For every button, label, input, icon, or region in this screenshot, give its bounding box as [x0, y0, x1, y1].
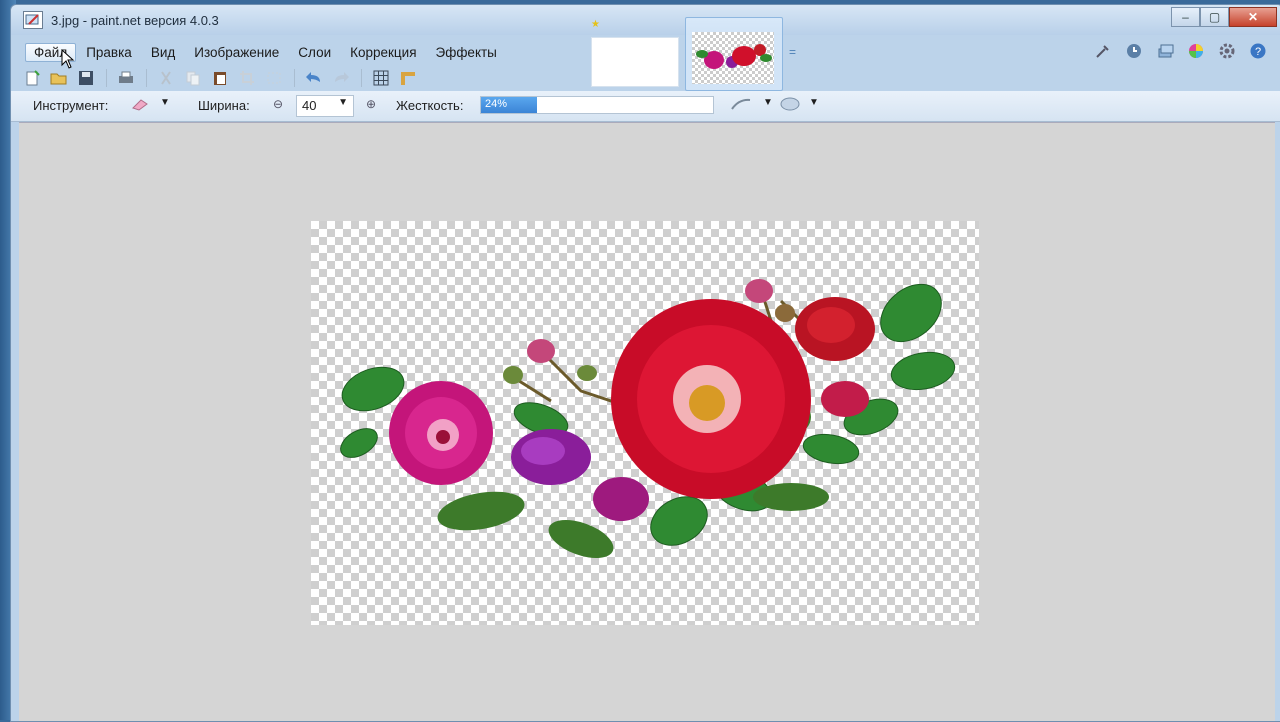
- deselect-icon[interactable]: [261, 67, 287, 89]
- menu-image[interactable]: Изображение: [185, 43, 288, 62]
- hardness-label: Жесткость:: [396, 98, 464, 113]
- menu-view[interactable]: Вид: [142, 43, 184, 62]
- window-title: 3.jpg - paint.net версия 4.0.3: [51, 13, 219, 28]
- tool-label: Инструмент:: [33, 98, 109, 113]
- title-bar[interactable]: 3.jpg - paint.net версия 4.0.3 – ▢ ✕: [11, 5, 1280, 35]
- toolbar-separator: [294, 69, 295, 87]
- paste-icon[interactable]: [207, 67, 233, 89]
- layers-icon[interactable]: [1154, 41, 1176, 61]
- colors-icon[interactable]: [1185, 41, 1207, 61]
- width-value: 40: [302, 98, 317, 113]
- paintnet-window: 3.jpg - paint.net версия 4.0.3 – ▢ ✕ Фай…: [10, 4, 1280, 722]
- tools-icon[interactable]: [1092, 41, 1114, 61]
- menu-layers[interactable]: Слои: [289, 43, 340, 62]
- crop-icon[interactable]: [234, 67, 260, 89]
- app-icon: [23, 11, 43, 29]
- tool-dropdown-icon[interactable]: ▼: [160, 97, 170, 108]
- svg-text:?: ?: [1255, 46, 1261, 58]
- cut-icon[interactable]: [153, 67, 179, 89]
- ruler-icon[interactable]: [395, 67, 421, 89]
- tool-options-bar: Инструмент: ▼ Ширина: ⊖ 40 ▼ ⊕ Жесткость…: [11, 91, 1280, 122]
- width-decrease-button[interactable]: ⊖: [273, 97, 283, 111]
- redo-icon[interactable]: [328, 67, 354, 89]
- copy-icon[interactable]: [180, 67, 206, 89]
- undo-icon[interactable]: [301, 67, 327, 89]
- antialias-dropdown-icon[interactable]: ▼: [763, 97, 773, 108]
- eraser-icon[interactable]: [129, 96, 151, 115]
- antialias-icon[interactable]: [729, 96, 753, 115]
- width-increase-button[interactable]: ⊕: [366, 97, 376, 111]
- print-icon[interactable]: [113, 67, 139, 89]
- unsaved-star-icon: ★: [591, 19, 600, 30]
- toolbar-separator: [106, 69, 107, 87]
- toolbar-separator: [361, 69, 362, 87]
- main-toolbar: [19, 65, 883, 91]
- width-dropdown-icon[interactable]: ▼: [338, 97, 348, 108]
- hardness-slider[interactable]: 24%: [480, 96, 714, 114]
- blend-mode-icon[interactable]: [779, 96, 801, 115]
- rose-bouquet-image: [340, 279, 956, 559]
- minimize-button[interactable]: –: [1171, 7, 1200, 27]
- settings-icon[interactable]: [1216, 41, 1238, 61]
- history-icon[interactable]: [1123, 41, 1145, 61]
- help-icon[interactable]: ?: [1247, 41, 1269, 61]
- open-icon[interactable]: [46, 67, 72, 89]
- image-canvas[interactable]: [311, 221, 979, 625]
- mouse-cursor-icon: [61, 48, 75, 69]
- new-icon[interactable]: [19, 67, 45, 89]
- tabs-scroll-icon[interactable]: =: [789, 45, 796, 59]
- menu-effects[interactable]: Эффекты: [427, 43, 506, 62]
- toolbar-separator: [146, 69, 147, 87]
- width-field[interactable]: 40 ▼: [296, 95, 354, 117]
- menu-edit[interactable]: Правка: [77, 43, 141, 62]
- blend-dropdown-icon[interactable]: ▼: [809, 97, 819, 108]
- menu-bar: Файл Правка Вид Изображение Слои Коррекц…: [25, 39, 507, 65]
- width-label: Ширина:: [198, 98, 250, 113]
- close-button[interactable]: ✕: [1229, 7, 1277, 27]
- hardness-value: 24%: [485, 98, 508, 110]
- menu-adjustments[interactable]: Коррекция: [341, 43, 425, 62]
- canvas-workspace[interactable]: [19, 122, 1275, 721]
- maximize-button[interactable]: ▢: [1200, 7, 1229, 27]
- save-icon[interactable]: [73, 67, 99, 89]
- grid-icon[interactable]: [368, 67, 394, 89]
